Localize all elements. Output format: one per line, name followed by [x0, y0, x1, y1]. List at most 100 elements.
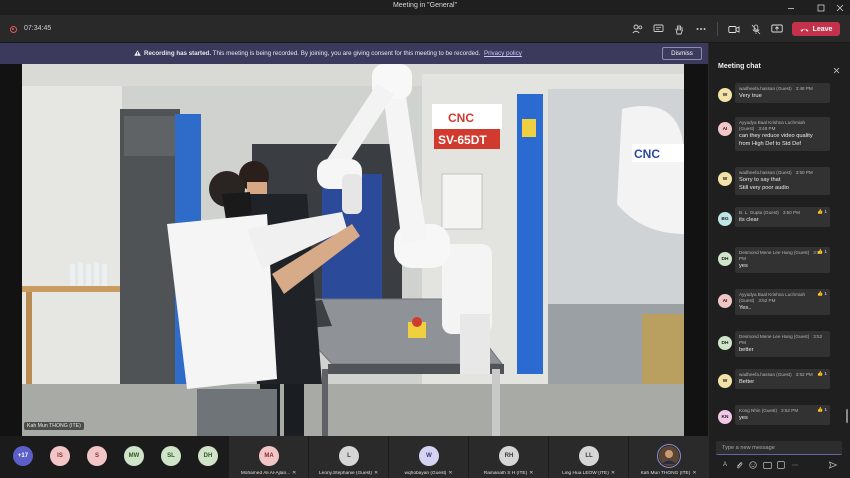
- machine-model-text: SV-65DT: [438, 133, 487, 147]
- chat-author-avatar[interactable]: DH: [718, 336, 732, 350]
- chat-timestamp: 3:52 PM: [781, 408, 799, 413]
- more-options-icon[interactable]: [694, 22, 708, 36]
- chat-author-name: B. L. Gupta (Guest): [739, 210, 779, 215]
- chat-bubble: wadheefa.hassan (Guest) 3:48 PM Very true: [735, 83, 830, 103]
- participant-tile[interactable]: RH Ramanath S H (ITE) ✕: [468, 436, 548, 478]
- participants-icon[interactable]: [630, 22, 644, 36]
- reaction-count: 1: [824, 250, 827, 255]
- person-photo-icon: [659, 446, 679, 466]
- participant-avatar[interactable]: MW: [124, 446, 144, 466]
- chat-author-avatar[interactable]: DH: [718, 252, 732, 266]
- mic-off-icon: ✕: [610, 471, 615, 476]
- participant-avatar: RH: [499, 446, 519, 466]
- participant-name: wqhobayan (Guest) ✕: [404, 471, 453, 476]
- chat-message-text: Yes..: [739, 305, 752, 311]
- participant-avatar[interactable]: DH: [198, 446, 218, 466]
- chat-author-name: Desmond Mene Lee Hang (Guest): [739, 250, 810, 255]
- send-icon[interactable]: [828, 460, 838, 470]
- sticker-icon[interactable]: [776, 460, 786, 470]
- like-reaction-badge[interactable]: 👍 1: [817, 372, 827, 377]
- more-compose-options-icon[interactable]: ⋯: [790, 460, 800, 470]
- chat-author-avatar[interactable]: W: [718, 374, 732, 388]
- chat-timestamp: 3:50 PM: [782, 210, 800, 215]
- like-reaction-badge[interactable]: 👍 1: [817, 210, 827, 215]
- window-title: Meeting in "General": [392, 2, 458, 9]
- more-participants-button[interactable]: +17: [13, 446, 33, 466]
- format-icon[interactable]: A: [720, 460, 730, 470]
- window-close-icon[interactable]: [830, 0, 850, 15]
- chat-author-avatar[interactable]: W: [718, 88, 732, 102]
- share-screen-icon[interactable]: [770, 22, 784, 36]
- mic-off-icon: ✕: [529, 471, 534, 476]
- chat-author-avatar[interactable]: W: [718, 172, 732, 186]
- leave-button[interactable]: Leave: [792, 22, 840, 36]
- like-reaction-badge[interactable]: 👍 1: [817, 408, 827, 413]
- chat-author-avatar[interactable]: AI: [718, 122, 732, 136]
- chat-message-text: better: [739, 347, 754, 353]
- chat-timestamp: 3:52 PM: [795, 372, 813, 377]
- participant-avatar: LL: [579, 446, 599, 466]
- like-reaction-badge[interactable]: 👍 1: [817, 292, 827, 297]
- chat-message-text: Sorry to say that: [739, 177, 781, 183]
- chat-timestamp: 3:48 PM: [795, 86, 813, 91]
- chat-meta: Desmond Mene Lee Hang (Guest) 3:52 PM: [739, 250, 826, 262]
- participant-tile[interactable]: MA Mohamed Ali Al-Ajlan... ✕: [228, 436, 308, 478]
- machine-brand-text: CNC: [448, 111, 474, 125]
- chat-author-avatar[interactable]: BG: [718, 212, 732, 226]
- participant-avatar[interactable]: S: [87, 446, 107, 466]
- chat-bubble: Ayyadya Baal Krishna Luchmiah (Guest) 3:5…: [735, 289, 830, 315]
- chat-meta: wadheefa.hassan (Guest) 3:52 PM: [739, 372, 826, 378]
- participant-tile[interactable]: LL Ling Hua LEOW (ITE) ✕: [548, 436, 628, 478]
- chat-message-text: Very true: [739, 93, 762, 99]
- like-reaction-badge[interactable]: 👍 1: [817, 250, 827, 255]
- participant-name: Mohamed Ali Al-Ajlan... ✕: [240, 471, 297, 476]
- participant-tile[interactable]: L Leony.Stephanie (Guest) ✕: [308, 436, 388, 478]
- main-video-feed[interactable]: CNC SV-65DT CNC Kah Mun THONG (ITE): [22, 64, 684, 436]
- chat-author-avatar[interactable]: AI: [718, 294, 732, 308]
- chat-message-text: yes: [739, 415, 748, 421]
- chat-message-text: can they reduce video quality: [739, 133, 813, 139]
- chat-meta: Kong Nhin (Guest) 3:52 PM: [739, 408, 826, 414]
- video-stage: CNC SV-65DT CNC Kah Mun THONG (ITE): [0, 64, 708, 436]
- chat-message-list[interactable]: Wwadheefa.hassan (Guest) 3:48 PM Very true…: [709, 83, 850, 437]
- participant-tile-active-speaker[interactable]: Kah Mun THONG (ITE) ✕: [628, 436, 708, 478]
- maximize-icon[interactable]: [810, 0, 832, 15]
- video-frame-illustration: CNC SV-65DT CNC: [22, 64, 684, 436]
- mic-muted-icon[interactable]: [749, 22, 763, 36]
- chat-bubble: wadheefa.hassan (Guest) 3:52 PM Better 👍 1: [735, 369, 830, 389]
- chat-icon[interactable]: [651, 22, 665, 36]
- chat-bubble: Desmond Mene Lee Hang (Guest) 3:52 PM yes 👍…: [735, 247, 830, 273]
- chat-meta: wadheefa.hassan (Guest) 3:50 PM: [739, 170, 826, 176]
- emoji-icon[interactable]: [748, 460, 758, 470]
- reaction-count: 1: [824, 372, 827, 377]
- chat-scrollbar[interactable]: [846, 409, 848, 423]
- compose-message-input[interactable]: Type a new message: [716, 441, 842, 455]
- participant-avatar[interactable]: IS: [50, 446, 70, 466]
- participant-tile[interactable]: W wqhobayan (Guest) ✕: [388, 436, 468, 478]
- camera-icon[interactable]: [727, 22, 741, 36]
- gif-icon[interactable]: [762, 460, 772, 470]
- chat-author-name: wadheefa.hassan (Guest): [739, 372, 792, 377]
- minimize-icon[interactable]: [780, 0, 802, 15]
- meeting-chat-panel: Meeting chat Wwadheefa.hassan (Guest) 3:4…: [708, 43, 850, 478]
- chat-author-avatar[interactable]: KN: [718, 410, 732, 424]
- chat-message-text: its clear: [739, 217, 759, 223]
- raise-hand-icon[interactable]: [672, 22, 686, 36]
- recording-banner: Recording has started. This meeting is b…: [0, 43, 708, 64]
- participant-photo-avatar: [657, 444, 681, 468]
- close-chat-icon[interactable]: [833, 61, 840, 79]
- attach-icon[interactable]: [734, 460, 744, 470]
- chat-message-text: from High Def to Std Def: [739, 141, 801, 147]
- participant-avatar: L: [339, 446, 359, 466]
- reaction-count: 1: [824, 292, 827, 297]
- meeting-toolbar: 07:34:45 Leave: [0, 15, 850, 43]
- recording-message: Recording has started. This meeting is b…: [134, 49, 522, 57]
- participant-avatar[interactable]: SL: [161, 446, 181, 466]
- chat-author-name: wadheefa.hassan (Guest): [739, 86, 792, 91]
- reaction-count: 1: [824, 210, 827, 215]
- participant-name: Ramanath S H (ITE) ✕: [483, 471, 534, 476]
- chat-meta: B. L. Gupta (Guest) 3:50 PM: [739, 210, 826, 216]
- privacy-policy-link[interactable]: Privacy policy: [484, 50, 522, 57]
- dismiss-button[interactable]: Dismiss: [662, 47, 702, 60]
- recording-body-text: This meeting is being recorded. By joini…: [212, 50, 481, 57]
